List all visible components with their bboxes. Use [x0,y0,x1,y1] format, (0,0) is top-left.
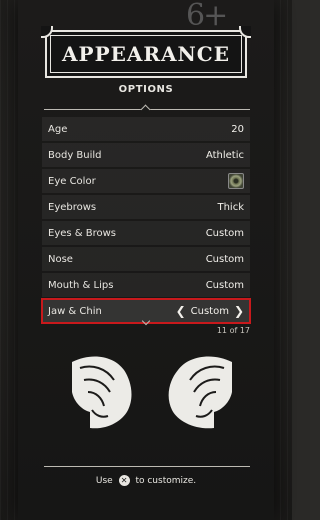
menu-item-value: Thick [217,201,244,213]
jaw-profile-left-illustration [72,356,132,429]
chevron-left-icon[interactable]: ❮ [176,305,186,317]
menu-item-age[interactable]: Age 20 [42,117,250,141]
eye-color-swatch [228,173,244,189]
menu-item-eye-color[interactable]: Eye Color [42,169,250,193]
menu-item-mouth-lips[interactable]: Mouth & Lips Custom [42,273,250,297]
section-subtitle: OPTIONS [118,84,174,95]
menu-item-body-build[interactable]: Body Build Athletic [42,143,250,167]
menu-item-eyebrows[interactable]: Eyebrows Thick [42,195,250,219]
jaw-profile-right-illustration [168,356,232,429]
menu-item-value: Custom [205,279,244,291]
item-counter: 11 of 17 [216,326,250,335]
chevron-right-icon[interactable]: ❯ [234,305,244,317]
menu-item-nose[interactable]: Nose Custom [42,247,250,271]
footer-suffix: to customize. [135,476,197,486]
menu-item-label: Jaw & Chin [48,305,102,317]
menu-item-label: Age [48,123,68,135]
background-corner-number: 6+ [186,0,228,33]
menu-item-label: Eyebrows [48,201,97,213]
menu-item-value: Custom [205,253,244,265]
menu-item-value: Athletic [205,149,244,161]
menu-item-label: Mouth & Lips [48,279,114,291]
footer-hint: Use ✕ to customize. [0,475,292,486]
menu-item-label: Body Build [48,149,102,161]
menu-item-value: 20 [231,123,244,135]
cross-button-icon: ✕ [118,475,130,486]
bottom-divider [44,466,250,467]
menu-item-label: Nose [48,253,73,265]
options-menu: Age 20 Body Build Athletic Eye Color Eye… [41,117,251,325]
title-banner: APPEARANCE [41,26,251,78]
page-title: APPEARANCE [62,42,230,66]
menu-item-value: Custom [190,305,229,317]
menu-item-eyes-brows[interactable]: Eyes & Brows Custom [42,221,250,245]
menu-item-value: Custom [205,227,244,239]
menu-item-label: Eye Color [48,175,96,187]
menu-item-label: Eyes & Brows [48,227,117,239]
footer-prefix: Use [95,476,113,486]
